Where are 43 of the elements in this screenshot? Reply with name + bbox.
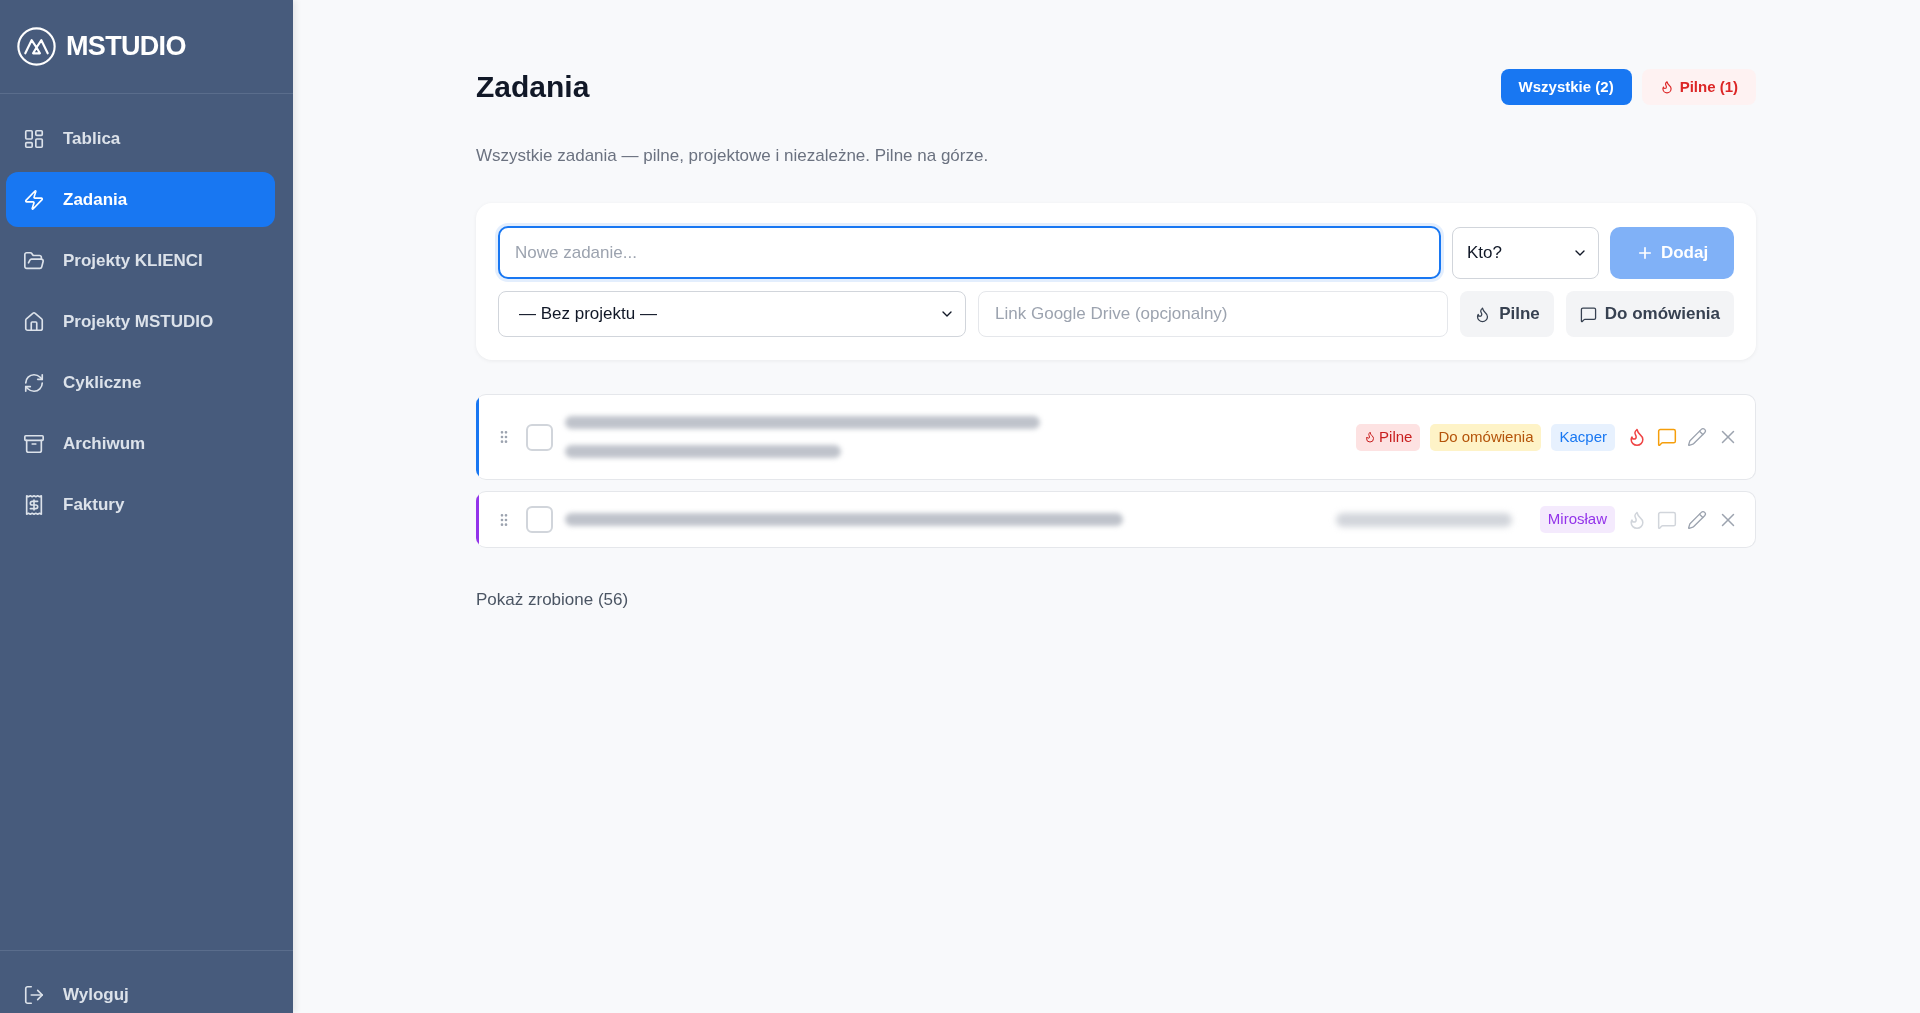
folder-icon xyxy=(23,249,45,272)
nav-item[interactable]: Tablica xyxy=(6,111,275,166)
assignee-tag: Mirosław xyxy=(1539,506,1615,533)
assignee-select[interactable]: Kto? xyxy=(1452,226,1599,279)
assignee-tag: Kacper xyxy=(1551,423,1615,451)
show-done-link[interactable]: Pokaż zrobione (56) xyxy=(476,588,629,612)
receipt-icon xyxy=(23,493,45,516)
page-title: Zadania xyxy=(476,69,590,105)
nav-item[interactable]: Faktury xyxy=(6,477,275,532)
speech-bubble-icon xyxy=(1579,305,1597,323)
project-select[interactable]: — Bez projektu — xyxy=(498,291,967,337)
refresh-icon xyxy=(23,371,45,394)
mountain-logo-icon xyxy=(17,27,56,66)
speech-bubble-icon[interactable] xyxy=(1657,509,1677,530)
task-checkbox[interactable] xyxy=(526,506,553,533)
lightning-icon xyxy=(23,188,45,211)
flame-icon xyxy=(1659,80,1674,94)
logout-button[interactable]: Wyloguj xyxy=(6,977,146,1013)
urgent-tag: Pilne xyxy=(1356,423,1421,451)
edit-icon[interactable] xyxy=(1687,509,1707,530)
urgent-toggle[interactable]: Pilne xyxy=(1460,291,1554,337)
logout-icon xyxy=(23,984,45,1006)
link-input[interactable]: Link Google Drive (opcjonalny) xyxy=(978,291,1449,337)
discuss-tag: Do omówienia xyxy=(1430,423,1542,451)
task-checkbox[interactable] xyxy=(526,423,553,451)
archive-box-icon xyxy=(23,432,45,455)
page-subtitle: Wszystkie zadania — pilne, projektowe i niezależne. Pilne na górze. xyxy=(476,145,990,167)
filter-tab[interactable]: Pilne (1) xyxy=(1641,69,1756,105)
house-icon xyxy=(23,310,45,333)
flame-icon[interactable] xyxy=(1627,427,1647,447)
brand-name: MSTUDIO xyxy=(66,30,186,64)
speech-bubble-icon[interactable] xyxy=(1657,427,1677,447)
nav-item[interactable]: Archiwum xyxy=(6,416,275,471)
nav-item[interactable]: Projekty MSTUDIO xyxy=(6,294,275,349)
filter-tab[interactable]: Wszystkie (2) xyxy=(1500,69,1632,105)
nav-item[interactable]: Zadania xyxy=(6,172,275,227)
edit-icon[interactable] xyxy=(1687,427,1707,447)
task-input[interactable]: Nowe zadanie... xyxy=(498,226,1441,279)
flame-icon xyxy=(1364,431,1377,443)
dashboard-icon xyxy=(23,127,45,150)
nav-item[interactable]: Projekty KLIENCI xyxy=(6,233,275,288)
discuss-toggle[interactable]: Do omówienia xyxy=(1565,291,1734,337)
nav-item[interactable]: Cykliczne xyxy=(6,355,275,410)
